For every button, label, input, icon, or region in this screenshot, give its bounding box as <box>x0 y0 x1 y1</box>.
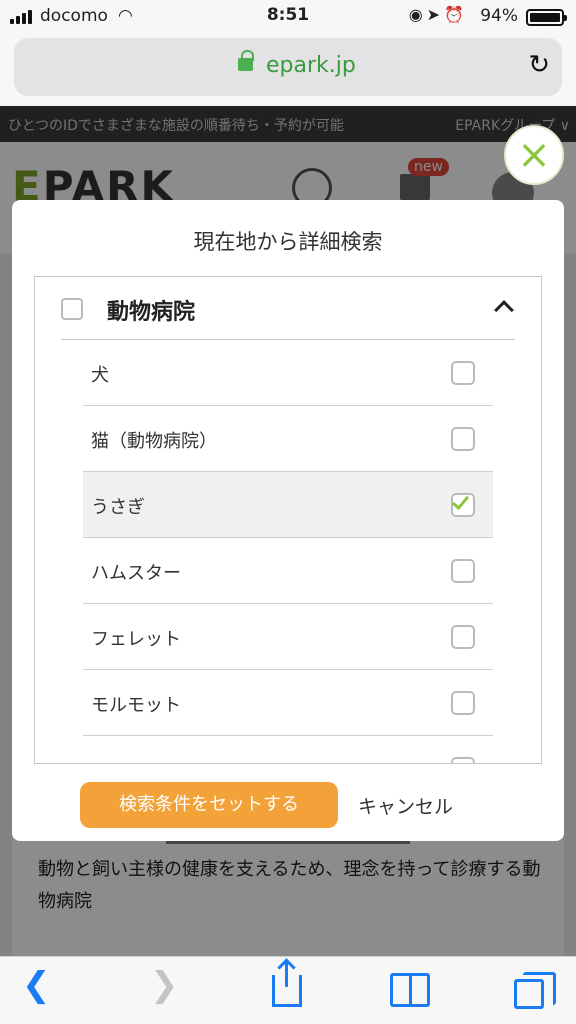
subcategory-list: 犬 猫（動物病院） うさぎ ハムスター フェレット モルモット <box>83 340 493 763</box>
carrier-name: docomo <box>40 6 108 26</box>
subcategory-label: うさぎ <box>91 497 145 518</box>
subcategory-label: フェレット <box>91 629 181 650</box>
subcategory-label: 猫（動物病院） <box>91 431 217 452</box>
set-search-conditions-button[interactable]: 検索条件をセットする <box>80 782 338 828</box>
address-bar[interactable]: epark.jp ↻ <box>14 38 562 96</box>
status-bar: docomo ◠ 8:51 ◉➤⏰ 94% <box>0 0 576 34</box>
subcategory-checkbox[interactable] <box>451 361 475 385</box>
subcategory-checkbox[interactable] <box>451 427 475 451</box>
subcategory-item[interactable]: ハムスター <box>83 538 493 604</box>
lock-icon <box>238 50 254 71</box>
battery-icon <box>526 9 567 26</box>
subcategory-checkbox[interactable] <box>451 491 475 517</box>
subcategory-item[interactable]: フェレット <box>83 604 493 670</box>
bookmarks-icon[interactable] <box>390 973 430 1007</box>
close-button[interactable]: × <box>504 125 564 185</box>
category-checkbox[interactable] <box>61 298 83 320</box>
forward-icon[interactable]: ❯ <box>150 965 179 1005</box>
reload-icon[interactable]: ↻ <box>528 50 550 80</box>
subcategory-item[interactable]: リス <box>83 736 493 763</box>
subcategory-label: ハムスター <box>91 563 181 584</box>
subcategory-item[interactable]: モルモット <box>83 670 493 736</box>
subcategory-checkbox[interactable] <box>451 625 475 649</box>
tabs-icon[interactable] <box>514 972 556 1009</box>
browser-toolbar: ❮ ❯ <box>0 956 576 1024</box>
subcategory-checkbox[interactable] <box>451 757 475 763</box>
subcategory-item[interactable]: うさぎ <box>83 472 493 538</box>
search-modal: 現在地から詳細検索 動物病院 犬 猫（動物病院） うさぎ ハムスター フェレット… <box>12 200 564 841</box>
category-label: 動物病院 <box>107 300 196 325</box>
cancel-button[interactable]: キャンセル <box>358 792 453 819</box>
modal-title: 現在地から詳細検索 <box>193 230 383 254</box>
status-icons: ◉➤⏰ <box>408 5 468 24</box>
browser-address-area: epark.jp ↻ <box>0 34 576 106</box>
checkmark-icon <box>451 491 470 511</box>
category-header[interactable]: 動物病院 <box>35 277 541 339</box>
share-icon[interactable] <box>272 961 302 1007</box>
subcategory-checkbox[interactable] <box>451 559 475 583</box>
subcategory-item[interactable]: 猫（動物病院） <box>83 406 493 472</box>
subcategory-checkbox[interactable] <box>451 691 475 715</box>
chevron-up-icon[interactable] <box>494 300 514 320</box>
subcategory-label: リス <box>91 757 127 763</box>
back-icon[interactable]: ❮ <box>22 965 51 1005</box>
signal-icon <box>10 10 32 24</box>
category-list[interactable]: 動物病院 犬 猫（動物病院） うさぎ ハムスター フェレット モルモット <box>34 276 542 764</box>
url-text[interactable]: epark.jp <box>266 53 356 78</box>
close-icon: × <box>517 132 551 178</box>
subcategory-label: 犬 <box>91 365 109 386</box>
subcategory-item[interactable]: 犬 <box>83 340 493 406</box>
subcategory-label: モルモット <box>91 695 181 716</box>
battery-percent: 94% <box>480 6 518 26</box>
wifi-icon: ◠ <box>118 6 133 26</box>
